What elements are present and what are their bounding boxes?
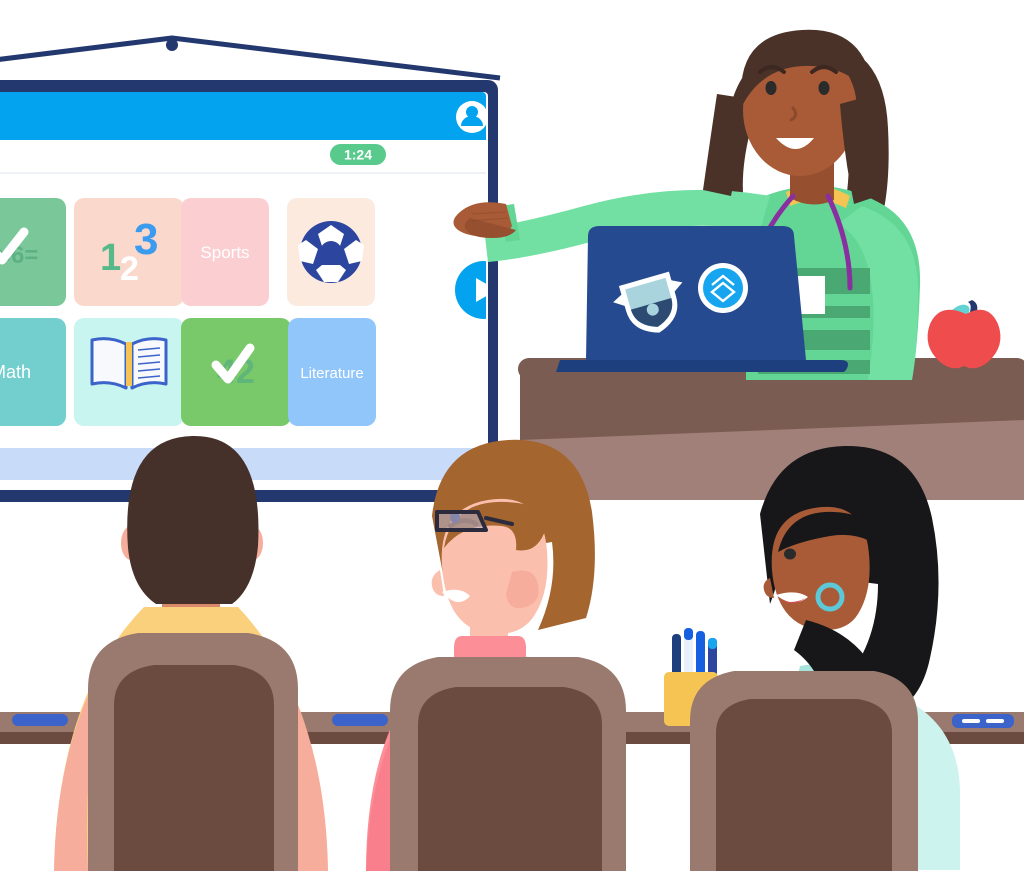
timer-label: 1:24 bbox=[344, 147, 372, 163]
chair-right bbox=[690, 671, 918, 871]
user-avatar-icon[interactable] bbox=[456, 101, 488, 133]
chair-middle-inner bbox=[418, 687, 602, 871]
student-left-hair bbox=[127, 435, 259, 604]
open-book-icon bbox=[90, 337, 168, 390]
chair-middle bbox=[390, 657, 626, 871]
laptop-lid bbox=[586, 226, 806, 360]
scene-svg: 1:24 3×6= 1 2 3 bbox=[0, 29, 1024, 871]
play-button[interactable] bbox=[455, 261, 513, 319]
tile-book[interactable] bbox=[74, 318, 184, 426]
svg-text:3: 3 bbox=[134, 215, 158, 264]
laptop-base bbox=[556, 360, 848, 372]
mount-nail-icon bbox=[166, 39, 178, 51]
teacher-eye-left bbox=[765, 81, 777, 95]
tile-math-label: Math bbox=[0, 362, 31, 382]
tile-soccer[interactable] bbox=[287, 198, 375, 306]
student-middle-ear bbox=[506, 570, 539, 609]
chair-left-inner bbox=[114, 665, 274, 871]
whiteboard-mount bbox=[0, 35, 501, 81]
tile-check[interactable]: 42 bbox=[181, 318, 291, 426]
apple bbox=[927, 300, 1001, 369]
student-right-eye bbox=[784, 548, 796, 560]
layers-logo-sticker bbox=[698, 263, 748, 313]
desk-item-right[interactable] bbox=[952, 714, 1014, 728]
tile-numbers[interactable]: 1 2 3 bbox=[74, 198, 184, 306]
svg-text:1: 1 bbox=[100, 237, 121, 279]
teacher-eye-right bbox=[818, 81, 830, 95]
whiteboard: 1:24 3×6= 1 2 3 bbox=[0, 80, 513, 502]
tile-literature-label: Literature bbox=[300, 365, 363, 382]
apple-body bbox=[927, 309, 1001, 369]
app-header-bar bbox=[0, 92, 486, 140]
tile-sports-label: Sports bbox=[200, 243, 249, 262]
tile-literature[interactable]: Literature bbox=[288, 318, 376, 426]
chair-right-inner bbox=[716, 699, 892, 871]
timer-badge: 1:24 bbox=[330, 144, 386, 165]
desk-item-left[interactable] bbox=[12, 714, 68, 726]
chair-left bbox=[88, 633, 298, 871]
desk-item-middle[interactable] bbox=[332, 714, 388, 726]
tile-math[interactable]: Math bbox=[0, 318, 66, 426]
classroom-illustration: 1:24 3×6= 1 2 3 bbox=[0, 0, 1024, 871]
tile-equation[interactable]: 3×6= bbox=[0, 198, 66, 306]
tile-sports[interactable]: Sports bbox=[181, 198, 269, 306]
